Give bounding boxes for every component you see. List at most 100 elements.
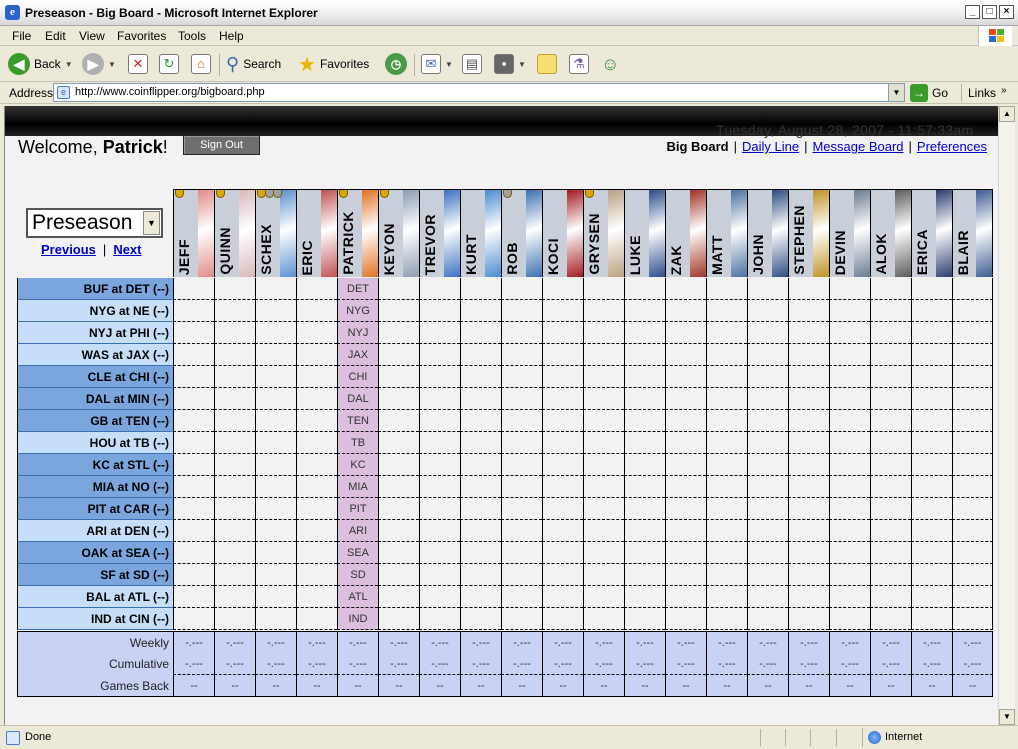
mail-button[interactable]: ✉ ▼ [421, 52, 453, 76]
forward-button[interactable]: ▶ ▼ [82, 52, 116, 76]
pick-cell[interactable]: DAL [337, 388, 378, 410]
player-header-keyon[interactable]: KEYON [378, 189, 419, 277]
game-label[interactable]: BUF at DET (--) [17, 278, 173, 300]
game-label[interactable]: MIA at NO (--) [17, 476, 173, 498]
game-label[interactable]: SF at SD (--) [17, 564, 173, 586]
go-button[interactable]: → Go [910, 83, 948, 102]
player-header-luke[interactable]: LUKE [624, 189, 665, 277]
discuss-button[interactable] [537, 52, 557, 76]
pick-cell[interactable]: NYJ [337, 322, 378, 344]
menu-file[interactable]: File [12, 29, 31, 43]
menu-tools[interactable]: Tools [178, 29, 206, 43]
player-header-trevor[interactable]: TREVOR [419, 189, 460, 277]
pick-cell[interactable]: TEN [337, 410, 378, 432]
player-header-grysen[interactable]: GRYSEN [583, 189, 624, 277]
address-url[interactable]: http://www.coinflipper.org/bigboard.php [75, 86, 265, 98]
pick-cell [788, 454, 829, 476]
game-label[interactable]: NYJ at PHI (--) [17, 322, 173, 344]
player-header-stephen[interactable]: STEPHEN [788, 189, 829, 277]
scroll-up-icon[interactable]: ▲ [999, 106, 1015, 122]
chevron-down-icon[interactable]: ▼ [143, 211, 160, 235]
player-header-koci[interactable]: KOCI [542, 189, 583, 277]
menu-view[interactable]: View [79, 29, 105, 43]
nav-daily-line[interactable]: Daily Line [742, 139, 799, 154]
player-header-devin[interactable]: DEVIN [829, 189, 870, 277]
player-header-schex[interactable]: SCHEX [255, 189, 296, 277]
player-header-matt[interactable]: MATT [706, 189, 747, 277]
previous-link[interactable]: Previous [41, 242, 96, 257]
scroll-down-icon[interactable]: ▼ [999, 709, 1015, 725]
next-link[interactable]: Next [113, 242, 141, 257]
game-label[interactable]: PIT at CAR (--) [17, 498, 173, 520]
address-dropdown-icon[interactable]: ▼ [888, 84, 904, 101]
pick-cell[interactable]: IND [337, 608, 378, 630]
player-header-blair[interactable]: BLAIR [952, 189, 993, 277]
player-header-jeff[interactable]: JEFF [173, 189, 214, 277]
player-header-eric[interactable]: ERIC [296, 189, 337, 277]
close-button[interactable]: × [999, 5, 1014, 19]
vertical-scrollbar[interactable]: ▲ ▼ [998, 106, 1015, 725]
edit-button[interactable]: ▪ ▼ [494, 52, 526, 76]
main-nav: Big Board | Daily Line | Message Board | Prefe… [666, 139, 987, 154]
player-header-erica[interactable]: ERICA [911, 189, 952, 277]
mail-dropdown-icon[interactable]: ▼ [445, 60, 453, 69]
game-label[interactable]: GB at TEN (--) [17, 410, 173, 432]
game-label[interactable]: HOU at TB (--) [17, 432, 173, 454]
maximize-button[interactable]: □ [982, 5, 997, 19]
pick-cell[interactable]: CHI [337, 366, 378, 388]
pick-cell [870, 366, 911, 388]
sign-out-button[interactable]: Sign Out [183, 135, 260, 155]
pick-cell[interactable]: PIT [337, 498, 378, 520]
pick-cell[interactable]: TB [337, 432, 378, 454]
forward-dropdown-icon[interactable]: ▼ [108, 60, 116, 69]
edit-dropdown-icon[interactable]: ▼ [518, 60, 526, 69]
game-label[interactable]: BAL at ATL (--) [17, 586, 173, 608]
game-label[interactable]: DAL at MIN (--) [17, 388, 173, 410]
links-button[interactable]: Links [968, 86, 996, 100]
search-button[interactable]: ⚲ Search [226, 52, 281, 76]
nav-message-board[interactable]: Message Board [812, 139, 903, 154]
game-label[interactable]: OAK at SEA (--) [17, 542, 173, 564]
menu-help[interactable]: Help [219, 29, 244, 43]
print-button[interactable]: ▤ [462, 52, 482, 76]
address-input[interactable]: e http://www.coinflipper.org/bigboard.ph… [53, 83, 905, 102]
history-button[interactable]: ◷ [385, 52, 407, 76]
pick-cell[interactable]: NYG [337, 300, 378, 322]
game-label[interactable]: NYG at NE (--) [17, 300, 173, 322]
minimize-button[interactable]: _ [965, 5, 980, 19]
home-button[interactable]: ⌂ [191, 52, 211, 76]
stop-button[interactable]: ✕ [128, 52, 148, 76]
messenger-button[interactable]: ☺ [601, 52, 619, 76]
player-header-john[interactable]: JOHN [747, 189, 788, 277]
pick-cell[interactable]: ARI [337, 520, 378, 542]
menu-edit[interactable]: Edit [45, 29, 66, 43]
game-label[interactable]: KC at STL (--) [17, 454, 173, 476]
season-select[interactable]: Preseason ▼ [26, 208, 163, 238]
player-header-patrick[interactable]: PATRICK [337, 189, 378, 277]
back-dropdown-icon[interactable]: ▼ [65, 60, 73, 69]
pick-cell[interactable]: JAX [337, 344, 378, 366]
player-header-rob[interactable]: ROB [501, 189, 542, 277]
links-chevron-icon[interactable]: » [1001, 85, 1007, 96]
favorites-button[interactable]: ★ Favorites [298, 52, 369, 76]
player-header-quinn[interactable]: QUINN [214, 189, 255, 277]
pick-cell[interactable]: MIA [337, 476, 378, 498]
player-header-kurt[interactable]: KURT [460, 189, 501, 277]
pick-cell[interactable]: SD [337, 564, 378, 586]
game-label[interactable]: ARI at DEN (--) [17, 520, 173, 542]
research-button[interactable]: ⚗ [569, 52, 589, 76]
pick-cell[interactable]: SEA [337, 542, 378, 564]
menu-favorites[interactable]: Favorites [117, 29, 166, 43]
pick-cell [214, 366, 255, 388]
player-header-alok[interactable]: ALOK [870, 189, 911, 277]
pick-cell[interactable]: ATL [337, 586, 378, 608]
back-button[interactable]: ◀ Back ▼ [8, 52, 73, 76]
nav-preferences[interactable]: Preferences [917, 139, 987, 154]
pick-cell[interactable]: DET [337, 278, 378, 300]
player-header-zak[interactable]: ZAK [665, 189, 706, 277]
refresh-button[interactable]: ↻ [159, 52, 179, 76]
pick-cell[interactable]: KC [337, 454, 378, 476]
game-label[interactable]: WAS at JAX (--) [17, 344, 173, 366]
game-label[interactable]: CLE at CHI (--) [17, 366, 173, 388]
game-label[interactable]: IND at CIN (--) [17, 608, 173, 630]
